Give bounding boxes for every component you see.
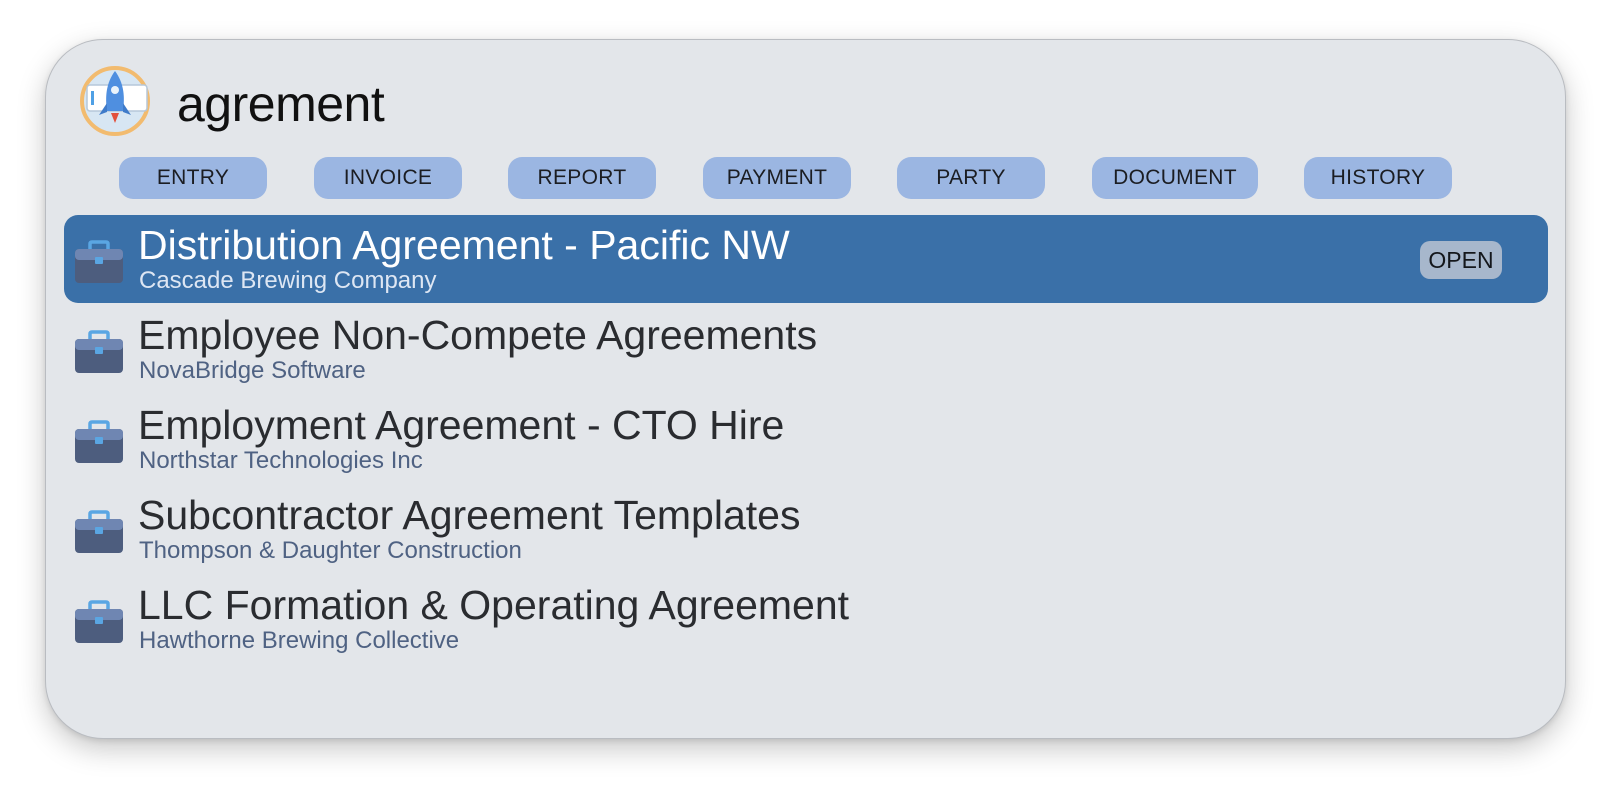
search-input[interactable]: agrement xyxy=(177,74,385,134)
results-list: Distribution Agreement - Pacific NW Casc… xyxy=(64,215,1548,665)
category-chip-report[interactable]: REPORT xyxy=(508,157,656,199)
result-item[interactable]: Employee Non-Compete Agreements NovaBrid… xyxy=(64,305,1548,393)
briefcase-icon xyxy=(75,600,123,643)
result-subtitle: Cascade Brewing Company xyxy=(139,267,437,294)
result-subtitle: NovaBridge Software xyxy=(139,357,366,384)
result-title: Subcontractor Agreement Templates xyxy=(138,492,801,538)
category-chip-payment[interactable]: PAYMENT xyxy=(703,157,851,199)
category-chip-history[interactable]: HISTORY xyxy=(1304,157,1452,199)
category-chip-document[interactable]: DOCUMENT xyxy=(1092,157,1258,199)
category-chip-entry[interactable]: ENTRY xyxy=(119,157,267,199)
result-title: Employment Agreement - CTO Hire xyxy=(138,402,785,448)
category-filter-bar: ENTRY INVOICE REPORT PAYMENT PARTY DOCUM… xyxy=(46,157,1565,199)
briefcase-icon xyxy=(75,420,123,463)
result-subtitle: Thompson & Daughter Construction xyxy=(139,537,522,564)
briefcase-icon xyxy=(75,510,123,553)
rocket-launcher-icon[interactable] xyxy=(79,65,151,137)
result-title: Distribution Agreement - Pacific NW xyxy=(138,222,790,268)
briefcase-icon xyxy=(75,330,123,373)
result-item[interactable]: Subcontractor Agreement Templates Thomps… xyxy=(64,485,1548,573)
briefcase-icon xyxy=(75,240,123,283)
result-item[interactable]: Employment Agreement - CTO Hire Northsta… xyxy=(64,395,1548,483)
launcher-window: agrement ENTRY INVOICE REPORT PAYMENT PA… xyxy=(45,39,1566,739)
category-chip-invoice[interactable]: INVOICE xyxy=(314,157,462,199)
result-item[interactable]: LLC Formation & Operating Agreement Hawt… xyxy=(64,575,1548,663)
result-title: Employee Non-Compete Agreements xyxy=(138,312,818,358)
result-subtitle: Northstar Technologies Inc xyxy=(139,447,423,474)
open-button[interactable]: OPEN xyxy=(1420,241,1502,279)
result-item[interactable]: Distribution Agreement - Pacific NW Casc… xyxy=(64,215,1548,303)
category-chip-party[interactable]: PARTY xyxy=(897,157,1045,199)
result-subtitle: Hawthorne Brewing Collective xyxy=(139,627,460,654)
result-title: LLC Formation & Operating Agreement xyxy=(138,582,850,628)
